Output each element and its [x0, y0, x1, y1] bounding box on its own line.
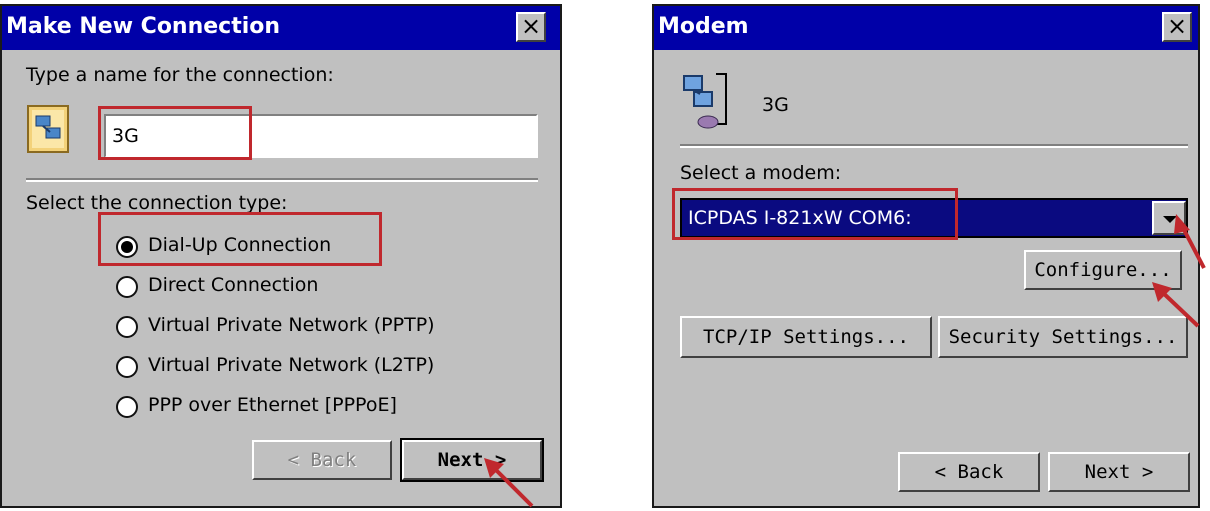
highlight-dial-up-option	[98, 212, 382, 266]
dialog-title: Make New Connection	[6, 14, 281, 39]
radio-pppoe[interactable]	[116, 396, 138, 418]
dialog-title: Modem	[658, 14, 749, 39]
radio-vpn-l2tp[interactable]	[116, 356, 138, 378]
connection-folder-icon	[26, 102, 72, 156]
title-bar: Modem ×	[654, 6, 1198, 50]
arrow-to-next	[484, 458, 534, 508]
tcpip-settings-button[interactable]: TCP/IP Settings...	[680, 316, 932, 358]
back-button[interactable]: < Back	[252, 440, 392, 480]
arrow-to-configure	[1152, 282, 1200, 328]
back-button[interactable]: < Back	[898, 452, 1040, 492]
type-prompt-label: Select the connection type:	[26, 192, 288, 214]
divider	[26, 178, 538, 182]
name-prompt-label: Type a name for the connection:	[26, 64, 334, 86]
modem-dialog: Modem × 3G Select a modem: ICPDAS I-821x…	[652, 4, 1200, 508]
highlight-modem-select	[672, 188, 958, 240]
divider	[680, 144, 1188, 148]
option-pppoe-label[interactable]: PPP over Ethernet [PPPoE]	[148, 394, 397, 416]
close-button[interactable]: ×	[516, 12, 546, 42]
connection-name-label: 3G	[762, 94, 789, 116]
option-direct-label[interactable]: Direct Connection	[148, 274, 318, 296]
title-bar: Make New Connection ×	[2, 6, 560, 50]
option-vpn-l2tp-label[interactable]: Virtual Private Network (L2TP)	[148, 354, 434, 376]
next-button[interactable]: Next >	[1048, 452, 1190, 492]
highlight-name-field	[98, 106, 252, 160]
arrow-to-dropdown	[1174, 214, 1206, 269]
radio-direct[interactable]	[116, 276, 138, 298]
option-vpn-pptp-label[interactable]: Virtual Private Network (PPTP)	[148, 314, 435, 336]
close-button[interactable]: ×	[1162, 12, 1192, 42]
network-connection-icon	[680, 70, 738, 132]
radio-vpn-pptp[interactable]	[116, 316, 138, 338]
modem-prompt-label: Select a modem:	[680, 162, 842, 184]
